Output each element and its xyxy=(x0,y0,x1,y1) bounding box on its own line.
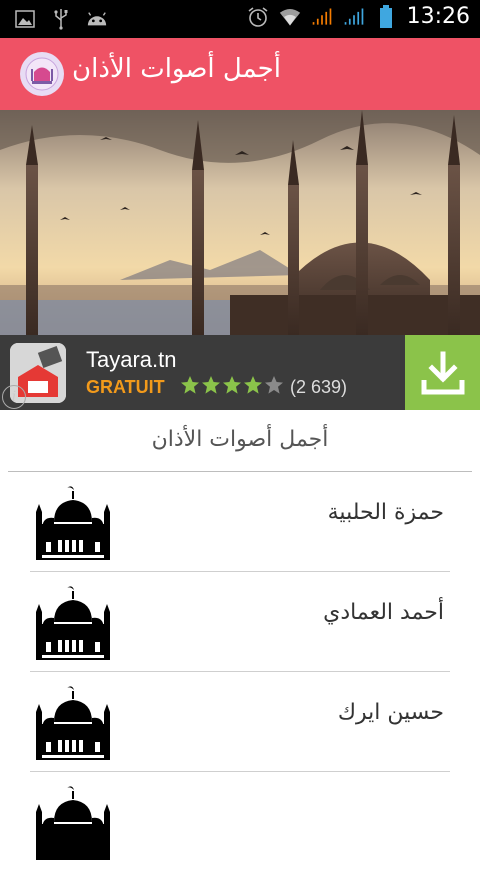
app-title: أجمل أصوات الأذان xyxy=(72,54,281,84)
ad-rating-stars xyxy=(180,375,284,395)
star-filled-icon xyxy=(202,376,220,394)
mosque-icon xyxy=(34,482,112,562)
mosque-icon xyxy=(34,582,112,662)
download-button[interactable] xyxy=(405,335,480,410)
ad-app-name: Tayara.tn xyxy=(86,347,177,372)
mosque-icon xyxy=(34,682,112,762)
signal-green-icon xyxy=(343,6,365,28)
list-item-label: حمزة الحلبية xyxy=(327,500,444,525)
list-item-label: أحمد العمادي xyxy=(323,600,444,625)
ad-price-label: GRATUIT xyxy=(86,377,165,397)
ad-info-icon[interactable]: i xyxy=(2,385,26,409)
mosque-banner-image xyxy=(0,110,480,335)
android-icon xyxy=(86,8,108,30)
app-logo-icon[interactable] xyxy=(20,52,64,96)
alarm-icon xyxy=(247,6,269,28)
status-bar: 13:26 xyxy=(0,0,480,38)
list-item-label: حسين ايرك xyxy=(337,700,444,725)
download-icon xyxy=(421,351,464,394)
list-item[interactable]: حمزة الحلبية xyxy=(0,472,480,572)
list-item[interactable] xyxy=(0,772,480,872)
signal-orange-icon xyxy=(311,6,333,28)
app-bar: أجمل أصوات الأذان xyxy=(0,38,480,110)
muezzin-list: حمزة الحلبية أحمد العمادي حسين ايرك xyxy=(0,472,480,872)
star-filled-icon xyxy=(181,376,199,394)
star-filled-icon xyxy=(223,376,241,394)
wifi-icon xyxy=(279,6,301,28)
mosque-icon xyxy=(34,782,112,862)
usb-icon xyxy=(50,8,72,30)
list-item[interactable]: أحمد العمادي xyxy=(0,572,480,672)
ad-rating-count: (2 639) xyxy=(290,377,348,397)
list-item[interactable]: حسين ايرك xyxy=(0,672,480,772)
status-time: 13:26 xyxy=(406,4,470,29)
ad-banner[interactable]: i Tayara.tn GRATUIT (2 639) xyxy=(0,335,480,410)
star-empty-icon xyxy=(265,376,283,394)
list-header: أجمل أصوات الأذان xyxy=(151,427,329,452)
image-icon xyxy=(14,8,36,30)
star-filled-icon xyxy=(244,376,262,394)
battery-icon xyxy=(375,4,397,28)
